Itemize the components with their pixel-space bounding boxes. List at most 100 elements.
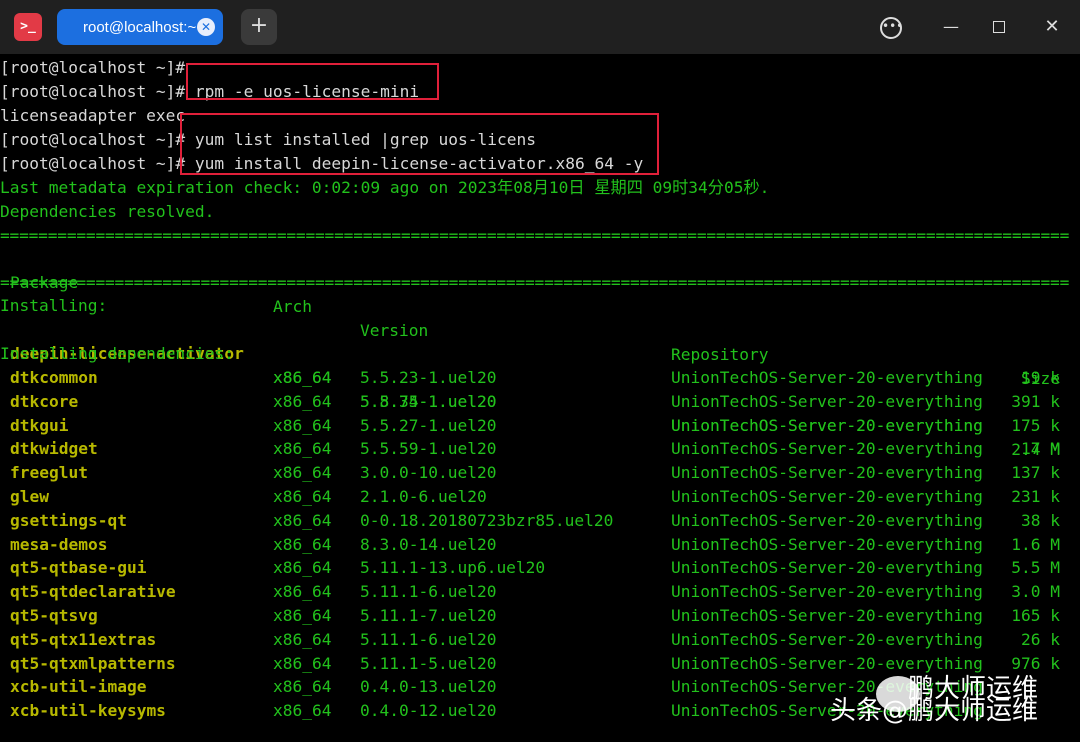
- table-header: Package Arch Version Repository Size: [0, 247, 1080, 388]
- package-size: 175 k: [1011, 415, 1060, 435]
- package-name: dtkcore: [10, 391, 79, 411]
- package-repo: UnionTechOS-Server-20-everything: [671, 368, 983, 387]
- package-version: 5.11.1-13.up6.uel20: [360, 558, 546, 578]
- table-row: deepin-license-activator x86_64 5.8.74-1…: [0, 318, 1080, 459]
- package-arch: x86_64: [273, 534, 332, 554]
- package-name: qt5-qtsvg: [10, 606, 98, 625]
- package-size: 19 k: [1021, 368, 1060, 387]
- separator: ========================================…: [0, 273, 1070, 292]
- package-repo: UnionTechOS-Server-20-everything: [671, 439, 983, 459]
- terminal-line: licenseadapter exec: [0, 106, 186, 125]
- separator: ========================================…: [0, 226, 1070, 245]
- package-arch: x86_64: [273, 391, 332, 411]
- prompt: [root@localhost ~]#: [0, 154, 186, 173]
- package-version: 5.11.1-5.uel20: [360, 653, 497, 673]
- package-size: 1.6 M: [1011, 534, 1060, 554]
- package-version: 5.5.23-1.uel20: [360, 368, 497, 387]
- table-row: mesa-demos x86_64 8.3.0-14.uel20 UnionTechO…: [0, 533, 1080, 557]
- package-arch: x86_64: [273, 653, 332, 673]
- package-name: dtkcommon: [10, 368, 98, 387]
- close-window-icon[interactable]: ✕: [1041, 16, 1063, 38]
- package-name: qt5-qtxmlpatterns: [10, 653, 176, 673]
- package-version: 5.11.1-6.uel20: [360, 582, 497, 602]
- new-tab-button[interactable]: +: [241, 9, 277, 45]
- prompt: [root@localhost ~]#: [0, 82, 186, 101]
- package-name: xcb-util-keysyms: [10, 701, 166, 721]
- terminal-line: Dependencies resolved.: [0, 202, 215, 221]
- more-options-icon[interactable]: •••: [880, 17, 903, 39]
- package-version: 3.0.0-10.uel20: [360, 463, 497, 483]
- package-name: xcb-util-image: [10, 677, 147, 697]
- package-size: 3.0 M: [1011, 582, 1060, 602]
- package-repo: UnionTechOS-Server-20-everything: [671, 415, 983, 435]
- package-name: qt5-qtx11extras: [10, 629, 157, 649]
- package-repo: UnionTechOS-Server-20-everything: [671, 510, 983, 530]
- package-arch: x86_64: [273, 606, 332, 625]
- header-arch: Arch: [273, 297, 312, 316]
- package-version: 5.11.1-6.uel20: [360, 629, 497, 649]
- table-row: gsettings-qt x86_64 0-0.18.20180723bzr85.u…: [0, 509, 1080, 533]
- package-name: mesa-demos: [10, 534, 108, 554]
- terminal-line: Last metadata expiration check: 0:02:09 …: [0, 178, 770, 197]
- header-repository: Repository: [671, 345, 769, 364]
- package-size: 17 M: [1021, 439, 1060, 459]
- package-repo: UnionTechOS-Server-20-everything: [671, 391, 983, 411]
- package-repo: UnionTechOS-Server-20-everything: [671, 487, 983, 506]
- package-name: dtkwidget: [10, 439, 98, 459]
- title-bar: >_ root@localhost:~ ✕ + ••• — ✕: [0, 0, 1080, 54]
- installing-label: Installing:: [0, 296, 108, 315]
- package-repo: UnionTechOS-Server-20-everything: [671, 558, 983, 578]
- table-row: freeglut x86_64 3.0.0-10.uel20 UnionTechOS-…: [0, 461, 1080, 485]
- package-arch: x86_64: [273, 558, 332, 578]
- package-repo: UnionTechOS-Server-20-everything: [671, 534, 983, 554]
- deps-label: Installing dependencies:: [0, 344, 234, 363]
- package-arch: x86_64: [273, 510, 332, 530]
- package-arch: x86_64: [273, 439, 332, 459]
- prompt: [root@localhost ~]#: [0, 58, 186, 77]
- package-arch: x86_64: [273, 415, 332, 435]
- table-row: qt5-qtbase-gui x86_64 5.11.1-13.up6.uel20 U…: [0, 556, 1080, 580]
- package-version: 0-0.18.20180723bzr85.uel20: [360, 510, 614, 530]
- package-arch: x86_64: [273, 677, 332, 697]
- package-name: glew: [10, 487, 49, 506]
- table-row: dtkcore x86_64 5.5.35-1.uel20 UnionTechOS-S…: [0, 390, 1080, 414]
- tab-label: root@localhost:~: [83, 19, 197, 36]
- table-row: qt5-qtx11extras x86_64 5.11.1-6.uel20 Union…: [0, 628, 1080, 652]
- package-repo: UnionTechOS-Server-20-everything: [671, 463, 983, 483]
- package-version: 5.5.59-1.uel20: [360, 439, 497, 459]
- watermark-account: 头条@鹏大师运维: [830, 696, 1039, 726]
- package-version: 0.4.0-12.uel20: [360, 701, 497, 721]
- package-size: 165 k: [1011, 606, 1060, 625]
- package-name: qt5-qtdeclarative: [10, 582, 176, 602]
- package-arch: x86_64: [273, 629, 332, 649]
- package-size: 137 k: [1011, 463, 1060, 483]
- tab-close-icon[interactable]: ✕: [197, 18, 215, 36]
- package-size: 5.5 M: [1011, 558, 1060, 578]
- package-version: 8.3.0-14.uel20: [360, 534, 497, 554]
- highlight-box-yum: [180, 113, 659, 175]
- package-arch: x86_64: [273, 368, 332, 387]
- package-size: 38 k: [1021, 510, 1060, 530]
- package-version: 0.4.0-13.uel20: [360, 677, 497, 697]
- table-row: qt5-qtsvg x86_64 5.11.1-7.uel20 UnionTechOS…: [0, 604, 1080, 628]
- package-version: 5.11.1-7.uel20: [360, 606, 497, 625]
- table-row: glew x86_64 2.1.0-6.uel20 UnionTechOS-Serve…: [0, 485, 1080, 509]
- package-version: 5.5.27-1.uel20: [360, 415, 497, 435]
- package-name: dtkgui: [10, 415, 69, 435]
- package-arch: x86_64: [273, 487, 332, 506]
- terminal-output[interactable]: [root@localhost ~]# [root@localhost ~]# …: [0, 54, 1080, 742]
- tab-root-localhost[interactable]: root@localhost:~ ✕: [57, 9, 223, 45]
- terminal-line: [root@localhost ~]#: [0, 56, 185, 80]
- package-size: 26 k: [1021, 629, 1060, 649]
- package-size: 231 k: [1011, 487, 1060, 506]
- package-arch: x86_64: [273, 582, 332, 602]
- package-name: freeglut: [10, 463, 88, 483]
- package-arch: x86_64: [273, 701, 332, 721]
- table-row: dtkwidget x86_64 5.5.59-1.uel20 UnionTechOS…: [0, 437, 1080, 461]
- package-version: 5.5.35-1.uel20: [360, 391, 497, 411]
- package-arch: x86_64: [273, 463, 332, 483]
- package-name: gsettings-qt: [10, 510, 127, 530]
- minimize-icon[interactable]: —: [940, 16, 962, 38]
- maximize-icon[interactable]: [988, 16, 1010, 38]
- package-name: qt5-qtbase-gui: [10, 558, 147, 578]
